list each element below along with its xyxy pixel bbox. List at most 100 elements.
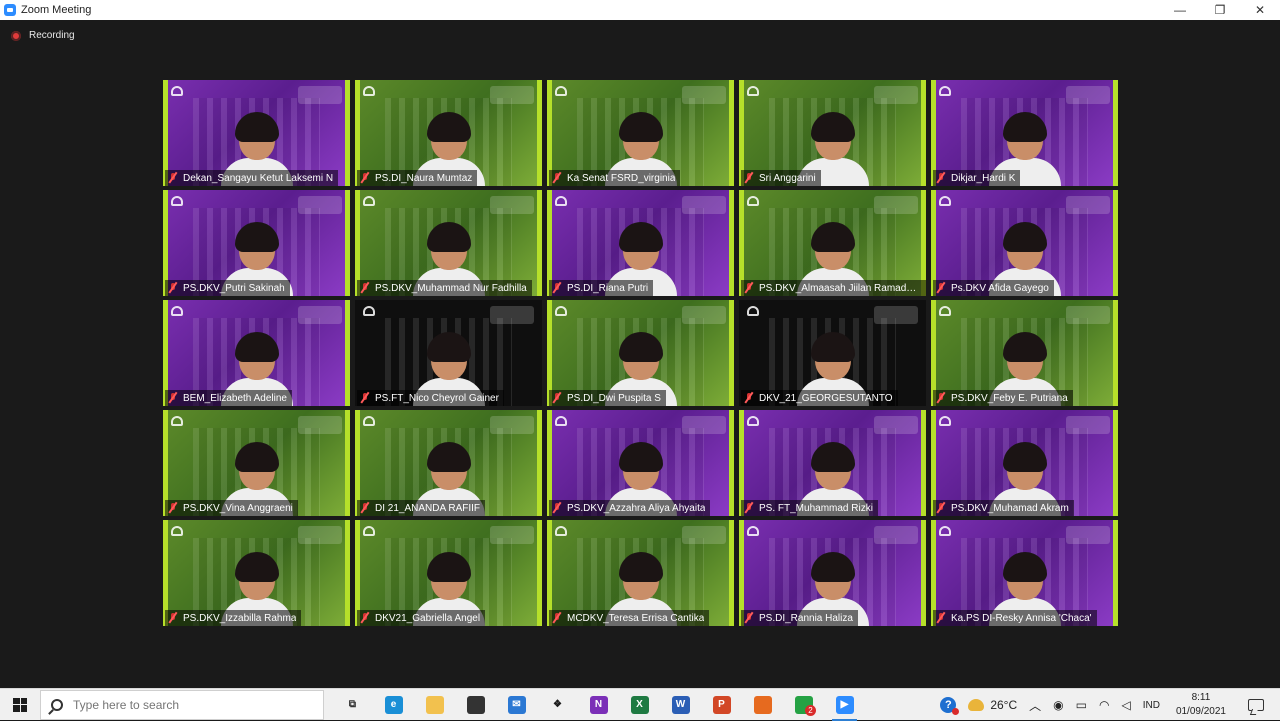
event-logo-icon — [874, 86, 918, 104]
person-hair — [810, 332, 855, 362]
speaker-icon: ◁ — [1121, 698, 1131, 712]
participant-tile[interactable]: PS. FT_Muhammad Rizki — [739, 410, 926, 516]
recording-indicator[interactable]: Recording — [11, 30, 75, 41]
participant-tile[interactable]: BEM_Elizabeth Adeline — [163, 300, 350, 406]
participant-name: PS.DKV_Muhamad Akram — [951, 502, 1069, 514]
campus-logo-icon — [747, 306, 759, 316]
taskbar-app-mail[interactable]: ✉ — [496, 689, 537, 721]
participant-tile[interactable]: PS.DKV_Izzabilla Rahma — [163, 520, 350, 626]
person-hair — [426, 442, 471, 472]
participant-tile[interactable]: PS.FT_Nico Cheyrol Gainer — [355, 300, 542, 406]
participant-nameplate: PS.DKV_Feby E. Putriana — [933, 390, 1073, 406]
mic-muted-icon — [168, 502, 178, 514]
file-explorer-icon — [425, 695, 444, 714]
tray-battery[interactable]: ▭ — [1070, 689, 1093, 721]
tray-help[interactable]: ? — [934, 689, 962, 721]
person-hair — [618, 112, 663, 142]
person-hair — [234, 332, 279, 362]
background-stripe — [921, 80, 926, 186]
taskbar-app-powerpoint[interactable]: P — [701, 689, 742, 721]
participant-tile[interactable]: PS.DKV_Vina Anggraeni — [163, 410, 350, 516]
participant-tile[interactable]: PS.DKV_Azzahra Aliya Ahyaita — [547, 410, 734, 516]
participant-tile[interactable]: PS.DKV_Muhamad Akram — [931, 410, 1118, 516]
taskbar-app-firefox[interactable] — [742, 689, 783, 721]
mic-muted-icon — [552, 282, 562, 294]
participant-tile[interactable]: PS.DKV_Muhammad Nur Fadhilla — [355, 190, 542, 296]
clock[interactable]: 8:11 01/09/2021 — [1166, 691, 1236, 719]
background-stripe — [345, 190, 350, 296]
participant-name: Dekan_Sangayu Ketut Laksemi N — [183, 172, 334, 184]
campus-logo-icon — [171, 416, 183, 426]
participant-nameplate: PS.DKV_Azzahra Aliya Ahyaita — [549, 500, 711, 516]
campus-logo-icon — [363, 416, 375, 426]
campus-logo-icon — [555, 416, 567, 426]
campus-logo-icon — [555, 196, 567, 206]
participant-tile[interactable]: DKV_21_GEORGESUTANTO — [739, 300, 926, 406]
participant-tile[interactable]: Ka.PS DI-Resky Annisa 'Chaca' — [931, 520, 1118, 626]
tray-network[interactable]: ◠ — [1093, 689, 1115, 721]
mic-muted-icon — [744, 502, 754, 514]
participant-nameplate: Ka.PS DI-Resky Annisa 'Chaca' — [933, 610, 1097, 626]
participant-tile[interactable]: Ps.DKV Afida Gayego — [931, 190, 1118, 296]
campus-logo-icon — [171, 86, 183, 96]
maximize-button[interactable]: ❐ — [1200, 0, 1240, 20]
campus-logo-icon — [939, 526, 951, 536]
participant-tile[interactable]: Ka Senat FSRD_virginia — [547, 80, 734, 186]
taskbar-app-dropbox[interactable]: ❖ — [537, 689, 578, 721]
participant-tile[interactable]: PS.DI_Riana Putri — [547, 190, 734, 296]
start-button[interactable] — [0, 689, 40, 721]
participant-nameplate: PS.DI_Riana Putri — [549, 280, 654, 296]
wifi-icon: ◠ — [1098, 698, 1110, 712]
tray-weather[interactable]: 26°C — [962, 689, 1023, 721]
tray-volume[interactable]: ◁ — [1115, 689, 1136, 721]
participant-nameplate: PS. FT_Muhammad Rizki — [741, 500, 878, 516]
minimize-button[interactable]: — — [1160, 0, 1200, 20]
participant-tile[interactable]: DI 21_ANANDA RAFIIF — [355, 410, 542, 516]
taskbar-app-store[interactable] — [455, 689, 496, 721]
background-stripe — [729, 300, 734, 406]
language-indicator[interactable]: IND — [1137, 689, 1166, 721]
participant-name: PS. FT_Muhammad Rizki — [759, 502, 873, 514]
taskbar-app-task-view[interactable]: ⧉ — [332, 689, 373, 721]
participant-name: Ka Senat FSRD_virginia — [567, 172, 676, 184]
taskbar-search[interactable] — [40, 689, 324, 720]
participant-tile[interactable]: Sri Anggarini — [739, 80, 926, 186]
participant-tile[interactable]: PS.DKV_Putri Sakinah — [163, 190, 350, 296]
taskbar-app-zoom[interactable]: ▶ — [824, 689, 865, 721]
mic-muted-icon — [744, 612, 754, 624]
participant-tile[interactable]: DKV21_Gabriella Angel — [355, 520, 542, 626]
notification-button[interactable] — [1236, 689, 1280, 721]
taskbar-app-word[interactable]: W — [660, 689, 701, 721]
close-button[interactable]: ✕ — [1240, 0, 1280, 20]
taskbar-app-onenote[interactable]: N — [578, 689, 619, 721]
background-stripe — [345, 300, 350, 406]
taskbar-app-file-explorer[interactable] — [414, 689, 455, 721]
participant-nameplate: PS.DKV_Muhammad Nur Fadhilla — [357, 280, 532, 296]
person-hair — [426, 332, 471, 362]
taskbar-app-whatsapp[interactable]: 2 — [783, 689, 824, 721]
tray-overflow[interactable]: ︿ — [1023, 689, 1047, 721]
background-stripe — [1113, 300, 1118, 406]
participant-tile[interactable]: MCDKV_Teresa Errisa Cantika — [547, 520, 734, 626]
participant-tile[interactable]: PS.DI_Rannia Haliza — [739, 520, 926, 626]
participant-tile[interactable]: PS.DKV_Almaasah Jiilan Ramadhan — [739, 190, 926, 296]
chevron-up-icon: ︿ — [1029, 698, 1042, 713]
mic-muted-icon — [936, 172, 946, 184]
person-hair — [618, 332, 663, 362]
participant-tile[interactable]: PS.DI_Naura Mumtaz — [355, 80, 542, 186]
participant-tile[interactable]: PS.DI_Dwi Puspita S — [547, 300, 734, 406]
help-icon: ? — [940, 697, 960, 715]
tray-meet[interactable]: ◉ — [1047, 689, 1069, 721]
participant-tile[interactable]: Dikjar_Hardi K — [931, 80, 1118, 186]
taskbar-app-edge[interactable]: e — [373, 689, 414, 721]
taskbar-app-excel[interactable]: X — [619, 689, 660, 721]
participant-tile[interactable]: Dekan_Sangayu Ketut Laksemi N — [163, 80, 350, 186]
background-stripe — [1113, 190, 1118, 296]
participant-tile[interactable]: PS.DKV_Feby E. Putriana — [931, 300, 1118, 406]
background-stripe — [729, 190, 734, 296]
participant-nameplate: PS.FT_Nico Cheyrol Gainer — [357, 390, 504, 406]
event-logo-icon — [1066, 526, 1110, 544]
mic-muted-icon — [168, 172, 178, 184]
search-input[interactable] — [73, 697, 303, 712]
mic-muted-icon — [168, 282, 178, 294]
